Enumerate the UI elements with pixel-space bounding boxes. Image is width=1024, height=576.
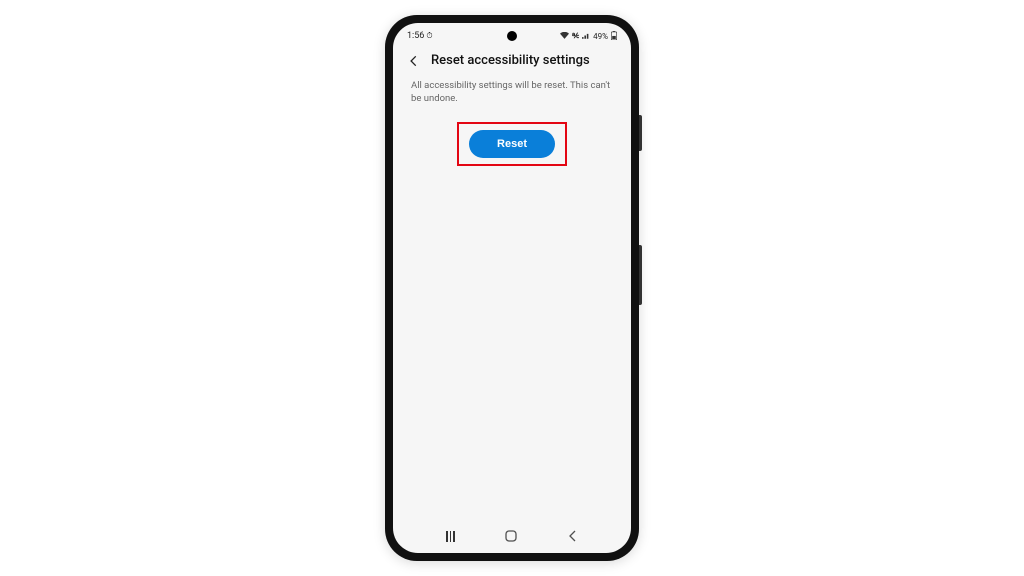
back-nav-icon[interactable] [568, 530, 578, 542]
navigation-bar [393, 519, 631, 553]
back-icon[interactable] [407, 54, 421, 68]
volte-icon: ℀ [572, 32, 579, 40]
description-text: All accessibility settings will be reset… [393, 74, 631, 118]
reset-button[interactable]: Reset [469, 130, 555, 158]
alarm-icon: ⏱ [426, 31, 432, 41]
home-icon[interactable] [505, 530, 517, 542]
screen: 1:56 ⏱ ℀ 49% Reset accessibi [393, 23, 631, 553]
page-title: Reset accessibility settings [431, 53, 590, 68]
button-area: Reset [393, 118, 631, 170]
wifi-icon [560, 32, 569, 41]
highlight-annotation: Reset [457, 122, 567, 166]
recents-icon[interactable] [446, 531, 455, 542]
power-button [639, 245, 642, 305]
volume-button [639, 115, 642, 151]
battery-percent: 49% [593, 32, 608, 41]
status-time: 1:56 [407, 31, 424, 41]
header: Reset accessibility settings [393, 45, 631, 74]
front-camera [507, 31, 517, 41]
signal-icon [582, 32, 590, 41]
phone-frame: 1:56 ⏱ ℀ 49% Reset accessibi [385, 15, 639, 561]
battery-icon [611, 31, 617, 42]
